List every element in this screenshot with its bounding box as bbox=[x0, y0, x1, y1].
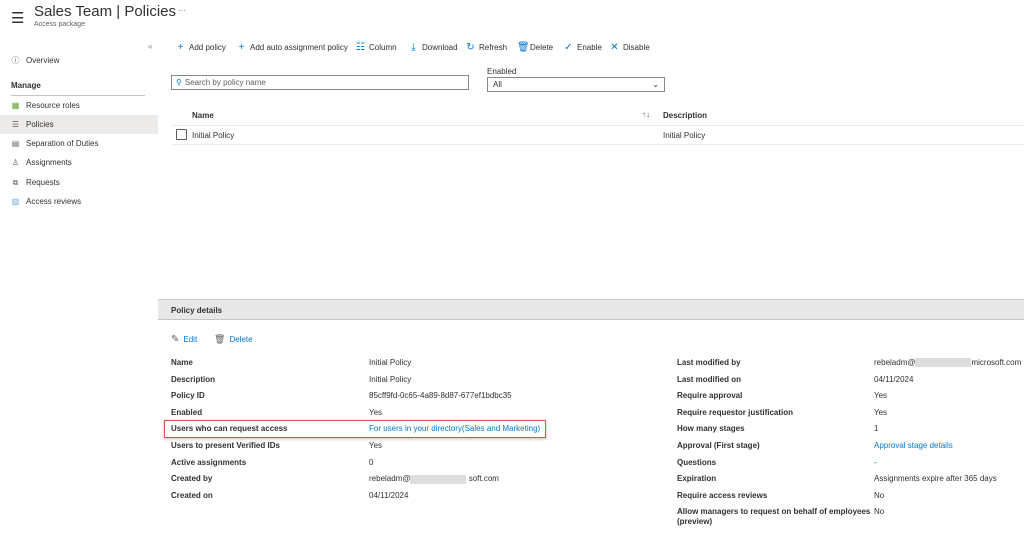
detail-label: Require requestor justification bbox=[677, 407, 794, 417]
sidebar-item-resource-roles[interactable]: ▦ Resource roles bbox=[0, 96, 158, 115]
detail-label: Created on bbox=[171, 490, 213, 500]
detail-value: Initial Policy bbox=[369, 358, 412, 367]
policy-description-cell: Initial Policy bbox=[663, 131, 706, 140]
enabled-filter-label: Enabled bbox=[487, 67, 517, 76]
divider bbox=[171, 125, 1024, 126]
detail-value: 04/11/2024 bbox=[874, 374, 914, 384]
chevron-down-icon: ⌄ bbox=[652, 80, 659, 89]
detail-value: No bbox=[874, 507, 885, 517]
detail-value: Assignments expire after 365 days bbox=[874, 474, 997, 484]
pencil-icon: ✎ bbox=[171, 334, 180, 345]
sidebar-item-overview[interactable]: ⓘ Overview bbox=[0, 51, 158, 70]
divider bbox=[171, 144, 1024, 145]
detail-value[interactable]: For users in your directory(Sales and Ma… bbox=[369, 424, 540, 433]
detail-label: Users to present Verified IDs bbox=[171, 441, 280, 450]
detail-value: rebeladm@ soft.com bbox=[369, 474, 499, 484]
sidebar-section-manage: Manage bbox=[11, 81, 41, 90]
detail-value: Yes bbox=[369, 407, 383, 417]
person-icon: ♙ bbox=[11, 158, 20, 167]
x-icon: ✕ bbox=[610, 42, 619, 53]
detail-label: Users who can request access bbox=[171, 424, 288, 434]
detail-label: Expiration bbox=[677, 474, 717, 484]
enable-button[interactable]: ✓ Enable bbox=[564, 42, 602, 53]
plus-icon: + bbox=[238, 42, 245, 53]
add-policy-button[interactable]: + Add policy bbox=[176, 42, 226, 53]
sidebar-item-access-reviews[interactable]: ▧ Access reviews bbox=[0, 192, 158, 211]
detail-label: Allow managers to request on behalf of e… bbox=[677, 507, 871, 517]
trash-icon: 🗑 bbox=[214, 334, 226, 344]
delete-button[interactable]: 🗑 Delete bbox=[517, 42, 553, 53]
detail-value[interactable]: - bbox=[874, 458, 877, 467]
refresh-icon: ↻ bbox=[466, 42, 475, 53]
download-button[interactable]: ⤓ Download bbox=[409, 42, 457, 53]
detail-value[interactable]: Approval stage details bbox=[874, 441, 953, 450]
list-icon: ☰ bbox=[11, 120, 20, 129]
columns-icon: ☷ bbox=[356, 42, 365, 53]
detail-value: Initial Policy bbox=[369, 374, 412, 384]
detail-label: Policy ID bbox=[171, 391, 205, 401]
app-icon: ☰ bbox=[11, 10, 25, 27]
email-prefix: rebeladm@ bbox=[369, 474, 411, 484]
check-icon: ✓ bbox=[564, 42, 573, 53]
detail-label: Last modified on bbox=[677, 374, 741, 384]
info-icon: ⓘ bbox=[11, 56, 20, 65]
detail-value: 0 bbox=[369, 457, 374, 467]
details-delete-button[interactable]: 🗑 Delete bbox=[214, 334, 253, 345]
collapse-sidebar-button[interactable]: « bbox=[148, 42, 152, 51]
detail-label-continued: (preview) bbox=[677, 517, 713, 527]
enabled-filter-dropdown[interactable]: All ⌄ bbox=[487, 77, 665, 92]
detail-label: Last modified by bbox=[677, 358, 741, 367]
clipboard-icon: ▤ bbox=[11, 139, 20, 148]
detail-label: Created by bbox=[171, 474, 213, 484]
detail-label: Name bbox=[171, 358, 193, 367]
email-suffix: soft.com bbox=[466, 474, 499, 484]
search-icon: ⚲ bbox=[176, 78, 182, 87]
grid-icon: ▦ bbox=[11, 101, 20, 110]
page-subtitle: Access package bbox=[34, 21, 85, 28]
refresh-button[interactable]: ↻ Refresh bbox=[466, 42, 507, 53]
page-title: Sales Team | Policies bbox=[34, 3, 177, 20]
redacted-text bbox=[410, 474, 467, 484]
review-icon: ▧ bbox=[11, 197, 20, 206]
requests-icon: ⧉ bbox=[12, 177, 19, 187]
detail-value: Yes bbox=[874, 407, 888, 417]
column-header-description[interactable]: Description bbox=[663, 111, 707, 120]
detail-value: Yes bbox=[369, 441, 383, 450]
detail-label: Active assignments bbox=[171, 457, 247, 467]
policy-name-cell[interactable]: Initial Policy bbox=[192, 131, 234, 140]
download-icon: ⤓ bbox=[411, 42, 416, 53]
detail-label: Questions bbox=[677, 457, 717, 467]
sidebar-item-assignments[interactable]: ♙ Assignments bbox=[0, 153, 158, 172]
detail-value: 1 bbox=[874, 424, 879, 434]
disable-button[interactable]: ✕ Disable bbox=[610, 42, 649, 53]
search-input[interactable]: ⚲ Search by policy name bbox=[171, 75, 469, 90]
detail-value: Yes bbox=[874, 391, 888, 401]
detail-label: Approval (First stage) bbox=[677, 441, 760, 450]
detail-value: No bbox=[874, 490, 885, 500]
detail-value: 85cff9fd-0c65-4a89-8d87-677ef1bdbc35 bbox=[369, 391, 512, 401]
email-prefix: rebeladm@ bbox=[874, 358, 916, 367]
plus-icon: + bbox=[177, 42, 184, 53]
email-suffix: microsoft.com bbox=[971, 358, 1022, 367]
row-checkbox[interactable] bbox=[176, 129, 187, 140]
trash-icon: 🗑 bbox=[517, 42, 530, 53]
sidebar-item-requests[interactable]: ⧉ Requests bbox=[0, 173, 158, 192]
detail-value: rebeladm@ microsoft.com bbox=[874, 358, 1022, 368]
more-button[interactable]: ··· bbox=[178, 6, 186, 15]
redacted-text bbox=[915, 358, 972, 368]
sidebar-item-separation-of-duties[interactable]: ▤ Separation of Duties bbox=[0, 134, 158, 153]
detail-label: Require access reviews bbox=[677, 490, 768, 500]
detail-label: Description bbox=[171, 374, 216, 384]
column-button[interactable]: ☷ Column bbox=[356, 42, 397, 53]
column-header-name[interactable]: Name bbox=[192, 111, 214, 120]
policy-details-header: Policy details bbox=[158, 299, 1024, 320]
sort-icon[interactable]: ↑↓ bbox=[642, 110, 650, 119]
detail-label: Require approval bbox=[677, 391, 743, 401]
sidebar-item-policies[interactable]: ☰ Policies bbox=[0, 115, 158, 134]
detail-label: How many stages bbox=[677, 424, 745, 434]
add-auto-assignment-policy-button[interactable]: + Add auto assignment policy bbox=[237, 42, 348, 53]
edit-button[interactable]: ✎ Edit bbox=[171, 334, 197, 345]
detail-value: 04/11/2024 bbox=[369, 490, 409, 500]
detail-label: Enabled bbox=[171, 407, 203, 417]
